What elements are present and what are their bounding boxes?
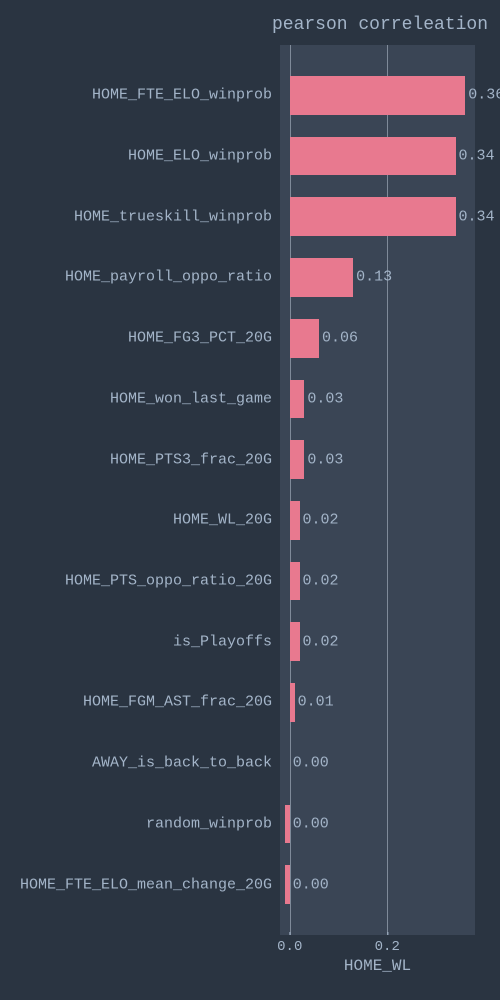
bar-category-label: AWAY_is_back_to_back [92, 755, 280, 772]
bar [290, 258, 353, 297]
bar-value-label: 0.00 [290, 815, 329, 832]
bar-row: HOME_FTE_ELO_winprob0.36 [280, 76, 465, 115]
bar-value-label: 0.01 [295, 694, 334, 711]
bar-category-label: HOME_ELO_winprob [128, 148, 280, 165]
bar-row: HOME_FG3_PCT_20G0.06 [280, 319, 319, 358]
bar-row: HOME_trueskill_winprob0.34 [280, 197, 456, 236]
bar-row: HOME_PTS3_frac_20G0.03 [280, 440, 304, 479]
bar-value-label: 0.00 [290, 755, 329, 772]
bar-category-label: HOME_FGM_AST_frac_20G [83, 694, 280, 711]
bar-row: HOME_payroll_oppo_ratio0.13 [280, 258, 353, 297]
bar-value-label: 0.02 [300, 512, 339, 529]
bar-row: HOME_FTE_ELO_mean_change_20G0.00 [280, 865, 295, 904]
bar-value-label: 0.13 [353, 269, 392, 286]
gridline [290, 45, 291, 935]
bar-value-label: 0.02 [300, 633, 339, 650]
bar-category-label: is_Playoffs [173, 633, 280, 650]
bar-value-label: 0.36 [465, 87, 500, 104]
bar-row: is_Playoffs0.02 [280, 622, 300, 661]
bar-value-label: 0.34 [456, 208, 495, 225]
bar-category-label: HOME_FTE_ELO_mean_change_20G [20, 876, 280, 893]
bar-value-label: 0.03 [304, 451, 343, 468]
bar-value-label: 0.06 [319, 330, 358, 347]
bar-category-label: HOME_FG3_PCT_20G [128, 330, 280, 347]
bar-value-label: 0.34 [456, 148, 495, 165]
bar [290, 137, 456, 176]
gridline [387, 45, 388, 935]
bar [290, 622, 300, 661]
bar-row: AWAY_is_back_to_back0.00 [280, 744, 290, 783]
bar-value-label: 0.02 [300, 573, 339, 590]
x-tick: 0.2 [375, 935, 400, 955]
bar [290, 440, 305, 479]
bar-category-label: HOME_WL_20G [173, 512, 280, 529]
bar-category-label: HOME_trueskill_winprob [74, 208, 280, 225]
bar-row: random_winprob0.00 [280, 805, 295, 844]
bar-category-label: HOME_PTS_oppo_ratio_20G [65, 573, 280, 590]
bar [290, 319, 319, 358]
bar-category-label: HOME_FTE_ELO_winprob [92, 87, 280, 104]
bar-value-label: 0.03 [304, 390, 343, 407]
bar-category-label: random_winprob [146, 815, 280, 832]
bar-category-label: HOME_payroll_oppo_ratio [65, 269, 280, 286]
bar [290, 197, 456, 236]
bar-value-label: 0.00 [290, 876, 329, 893]
bar-row: HOME_FGM_AST_frac_20G0.01 [280, 683, 295, 722]
bar-row: HOME_won_last_game0.03 [280, 380, 304, 419]
bar-row: HOME_PTS_oppo_ratio_20G0.02 [280, 562, 300, 601]
bar-category-label: HOME_PTS3_frac_20G [110, 451, 280, 468]
bar [290, 76, 466, 115]
chart-title: pearson correleation [260, 15, 500, 35]
x-tick: 0.0 [277, 935, 302, 955]
x-axis-label: HOME_WL [344, 957, 411, 975]
bar [290, 501, 300, 540]
bar-row: HOME_ELO_winprob0.34 [280, 137, 456, 176]
bar [290, 380, 305, 419]
bar [290, 562, 300, 601]
chart-container: pearson correleation HOME_WL 0.00.2HOME_… [0, 0, 500, 1000]
plot-area: HOME_WL 0.00.2HOME_FTE_ELO_winprob0.36HO… [280, 45, 475, 935]
bar-category-label: HOME_won_last_game [110, 390, 280, 407]
bar-row: HOME_WL_20G0.02 [280, 501, 300, 540]
